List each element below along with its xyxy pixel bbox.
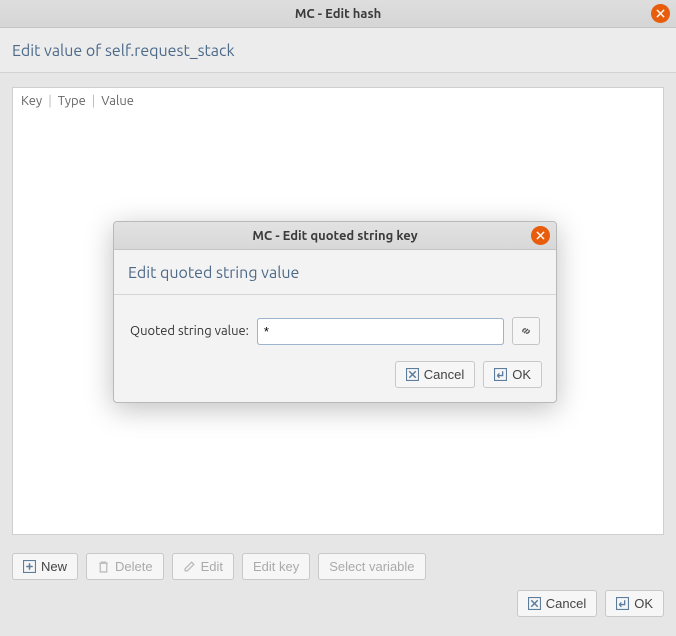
- ok-label: OK: [634, 596, 653, 611]
- editkey-label: Edit key: [253, 559, 299, 574]
- page-subheader: Edit value of self.request_stack: [0, 28, 676, 73]
- edit-label: Edit: [201, 559, 223, 574]
- cancel-x-icon: [406, 368, 419, 381]
- ok-button[interactable]: OK: [605, 590, 664, 617]
- delete-label: Delete: [115, 559, 153, 574]
- modal-footer: Cancel OK: [114, 355, 556, 402]
- link-button[interactable]: [512, 317, 540, 345]
- new-label: New: [41, 559, 67, 574]
- plus-icon: [23, 560, 36, 573]
- modal-titlebar: MC - Edit quoted string key: [114, 222, 556, 250]
- cancel-x-icon: [528, 597, 541, 610]
- close-icon[interactable]: [651, 4, 670, 23]
- window-title: MC - Edit hash: [295, 7, 381, 21]
- quoted-string-label: Quoted string value:: [130, 324, 249, 338]
- editkey-button[interactable]: Edit key: [242, 553, 310, 580]
- toolbar: New Delete Edit Edit key Select variable: [0, 543, 676, 580]
- modal-ok-label: OK: [512, 367, 531, 382]
- ok-return-icon: [494, 368, 507, 381]
- quoted-string-input[interactable]: [257, 318, 504, 345]
- pencil-icon: [183, 560, 196, 573]
- modal-body: Quoted string value:: [114, 295, 556, 355]
- modal-subheader: Edit quoted string value: [114, 250, 556, 295]
- edit-string-modal: MC - Edit quoted string key Edit quoted …: [113, 221, 557, 403]
- modal-close-icon[interactable]: [531, 226, 550, 245]
- col-value: Value: [101, 94, 134, 108]
- selectvariable-button[interactable]: Select variable: [318, 553, 425, 580]
- table-header: Key | Type | Value: [21, 94, 655, 108]
- selectvar-label: Select variable: [329, 559, 414, 574]
- modal-cancel-label: Cancel: [424, 367, 464, 382]
- modal-title: MC - Edit quoted string key: [252, 229, 417, 243]
- trash-icon: [97, 560, 110, 573]
- delete-button[interactable]: Delete: [86, 553, 164, 580]
- modal-ok-button[interactable]: OK: [483, 361, 542, 388]
- window-titlebar: MC - Edit hash: [0, 0, 676, 28]
- cancel-button[interactable]: Cancel: [517, 590, 597, 617]
- ok-return-icon: [616, 597, 629, 610]
- dialog-footer: Cancel OK: [0, 580, 676, 627]
- col-key: Key: [21, 94, 42, 108]
- edit-button[interactable]: Edit: [172, 553, 234, 580]
- link-icon: [519, 324, 533, 338]
- cancel-label: Cancel: [546, 596, 586, 611]
- new-button[interactable]: New: [12, 553, 78, 580]
- modal-cancel-button[interactable]: Cancel: [395, 361, 475, 388]
- col-type: Type: [58, 94, 86, 108]
